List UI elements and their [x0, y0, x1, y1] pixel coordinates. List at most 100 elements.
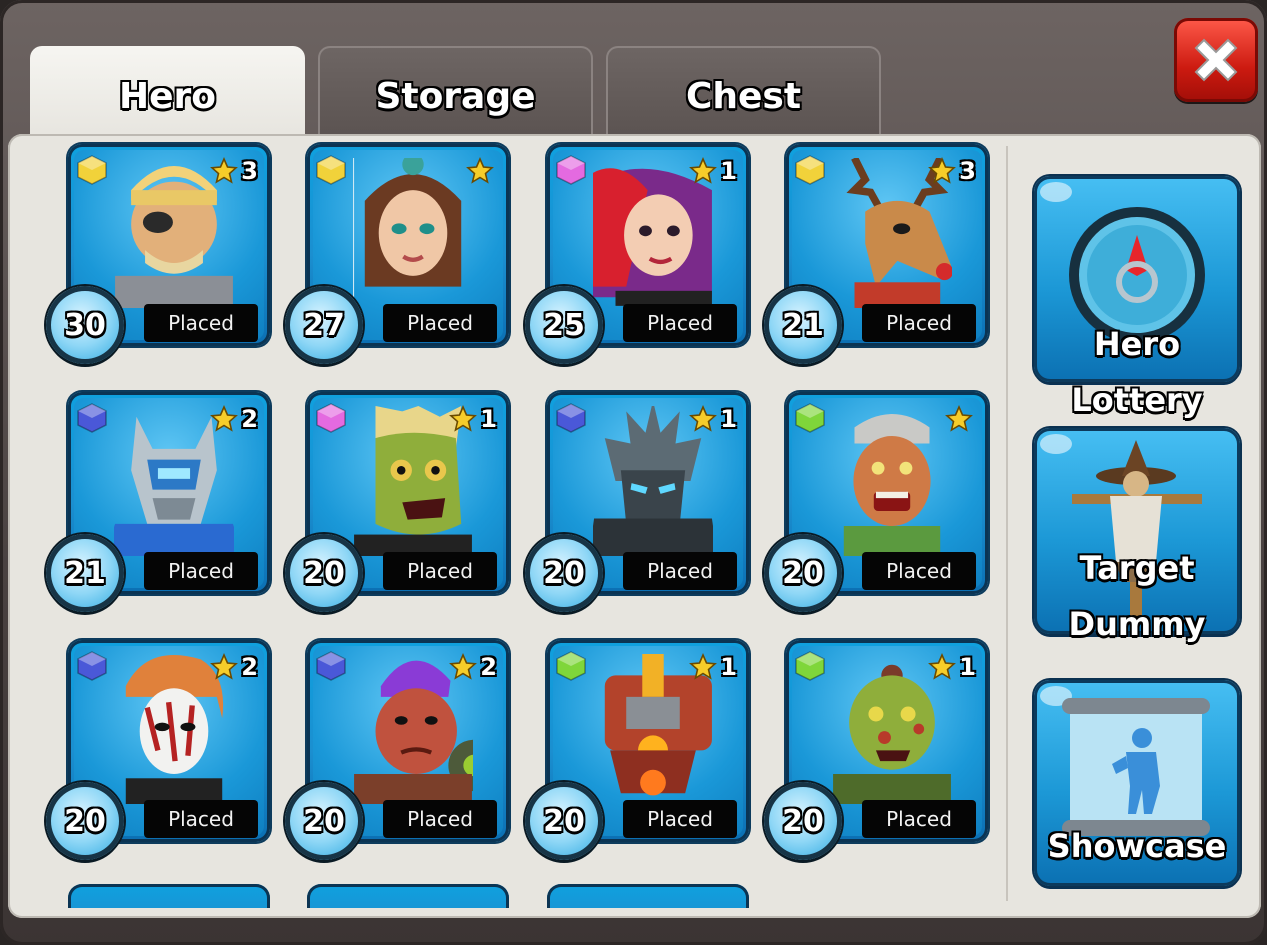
tab-hero-label: Hero — [118, 75, 217, 117]
rarity-gem-icon — [555, 650, 587, 682]
target-dummy-button[interactable]: Target Dummy — [1034, 428, 1240, 643]
hero-portrait — [353, 158, 462, 308]
star-count: 3 — [959, 157, 976, 185]
rarity-gem-icon — [76, 402, 108, 434]
hero-card-partial[interactable] — [547, 884, 749, 908]
hero-card[interactable]: 1 20 Placed — [525, 640, 755, 860]
hero-level-badge: 20 — [764, 782, 842, 860]
hero-level-badge: 20 — [285, 782, 363, 860]
target-dummy-label-line2: Dummy — [1068, 605, 1206, 643]
hero-card[interactable]: 2 20 Placed — [285, 640, 515, 860]
target-dummy-label-line1: Target — [1079, 549, 1195, 587]
hero-level: 21 — [782, 307, 824, 343]
hero-card[interactable]: 20 Placed — [764, 392, 994, 612]
rarity-gem-icon — [555, 402, 587, 434]
hero-level: 20 — [543, 555, 585, 591]
hero-card[interactable]: 1 20 Placed — [525, 392, 755, 612]
tab-storage[interactable]: Storage — [318, 46, 593, 138]
hero-window: Hero Storage Chest 3 30 Placed 27 Placed 1 25 P… — [0, 0, 1267, 945]
hero-card-partial[interactable] — [307, 884, 509, 908]
star-count: 2 — [241, 653, 258, 681]
hero-level-badge: 20 — [46, 782, 124, 860]
star-icon — [689, 157, 718, 184]
hero-level: 20 — [782, 803, 824, 839]
rarity-gem-icon — [555, 154, 587, 186]
hero-card[interactable]: 3 21 Placed — [764, 144, 994, 364]
hero-level: 20 — [64, 803, 106, 839]
hero-card[interactable]: 1 20 Placed — [764, 640, 994, 860]
star-rating: 2 — [449, 652, 497, 682]
placed-status-label: Placed — [647, 559, 713, 583]
star-rating: 1 — [689, 404, 737, 434]
hero-level-badge: 21 — [46, 534, 124, 612]
placed-status-label: Placed — [407, 807, 473, 831]
hero-card[interactable]: 3 30 Placed — [46, 144, 276, 364]
star-count: 1 — [720, 157, 737, 185]
showcase-label: Showcase — [1047, 827, 1227, 865]
hero-lottery-label: Hero Lottery — [1071, 325, 1203, 419]
hero-card-partial[interactable] — [68, 884, 270, 908]
placed-status-badge: Placed — [383, 552, 497, 590]
star-icon — [466, 157, 494, 184]
star-rating: 1 — [928, 652, 976, 682]
rarity-gem-icon — [76, 650, 108, 682]
hero-level-badge: 21 — [764, 286, 842, 364]
hero-portrait — [843, 414, 941, 556]
star-icon — [928, 653, 957, 680]
star-count: 1 — [480, 405, 497, 433]
hero-card[interactable]: 2 20 Placed — [46, 640, 276, 860]
star-count: 1 — [959, 653, 976, 681]
rarity-gem-icon — [794, 154, 826, 186]
star-count: 1 — [720, 653, 737, 681]
hero-card[interactable]: 1 25 Placed — [525, 144, 755, 364]
star-count: 1 — [720, 405, 737, 433]
hero-level-badge: 20 — [285, 534, 363, 612]
star-count: 2 — [241, 405, 258, 433]
hero-level: 20 — [543, 803, 585, 839]
star-rating: 3 — [210, 156, 258, 186]
hero-level-badge: 20 — [525, 782, 603, 860]
hero-grid-overflow — [0, 884, 1000, 908]
rarity-gem-icon — [76, 154, 108, 186]
hero-lottery-button[interactable]: Hero Lottery — [1034, 176, 1240, 419]
hero-card[interactable]: 27 Placed — [285, 144, 515, 364]
hero-level: 25 — [543, 307, 585, 343]
star-rating — [945, 404, 976, 434]
rarity-gem-icon — [315, 402, 347, 434]
placed-status-badge: Placed — [144, 552, 258, 590]
rarity-gem-icon — [315, 154, 347, 186]
placed-status-label: Placed — [647, 807, 713, 831]
close-button[interactable] — [1174, 18, 1258, 102]
rarity-gem-icon — [315, 650, 347, 682]
placed-status-badge: Placed — [862, 304, 976, 342]
tab-storage-label: Storage — [375, 75, 536, 117]
hero-level: 30 — [64, 307, 106, 343]
placed-status-badge: Placed — [623, 304, 737, 342]
placed-status-label: Placed — [407, 559, 473, 583]
placed-status-label: Placed — [886, 559, 952, 583]
placed-status-badge: Placed — [862, 800, 976, 838]
hero-card[interactable]: 2 21 Placed — [46, 392, 276, 612]
placed-status-badge: Placed — [623, 552, 737, 590]
star-rating: 2 — [210, 652, 258, 682]
hero-card[interactable]: 1 20 Placed — [285, 392, 515, 612]
hero-level-badge: 30 — [46, 286, 124, 364]
star-icon — [689, 653, 718, 680]
star-rating: 1 — [689, 652, 737, 682]
rarity-gem-icon — [794, 650, 826, 682]
tab-chest[interactable]: Chest — [606, 46, 881, 138]
button-shine — [1040, 182, 1072, 202]
placed-status-label: Placed — [168, 559, 234, 583]
showcase-button[interactable]: Showcase — [1034, 680, 1240, 886]
star-rating: 3 — [928, 156, 976, 186]
hero-level: 20 — [782, 555, 824, 591]
star-icon — [945, 405, 973, 432]
star-icon — [689, 405, 718, 432]
placed-status-label: Placed — [886, 807, 952, 831]
close-x-icon — [1194, 38, 1238, 82]
tab-hero[interactable]: Hero — [30, 46, 305, 138]
placed-status-label: Placed — [647, 311, 713, 335]
hero-level-badge: 25 — [525, 286, 603, 364]
star-icon — [210, 653, 239, 680]
placed-status-badge: Placed — [144, 800, 258, 838]
